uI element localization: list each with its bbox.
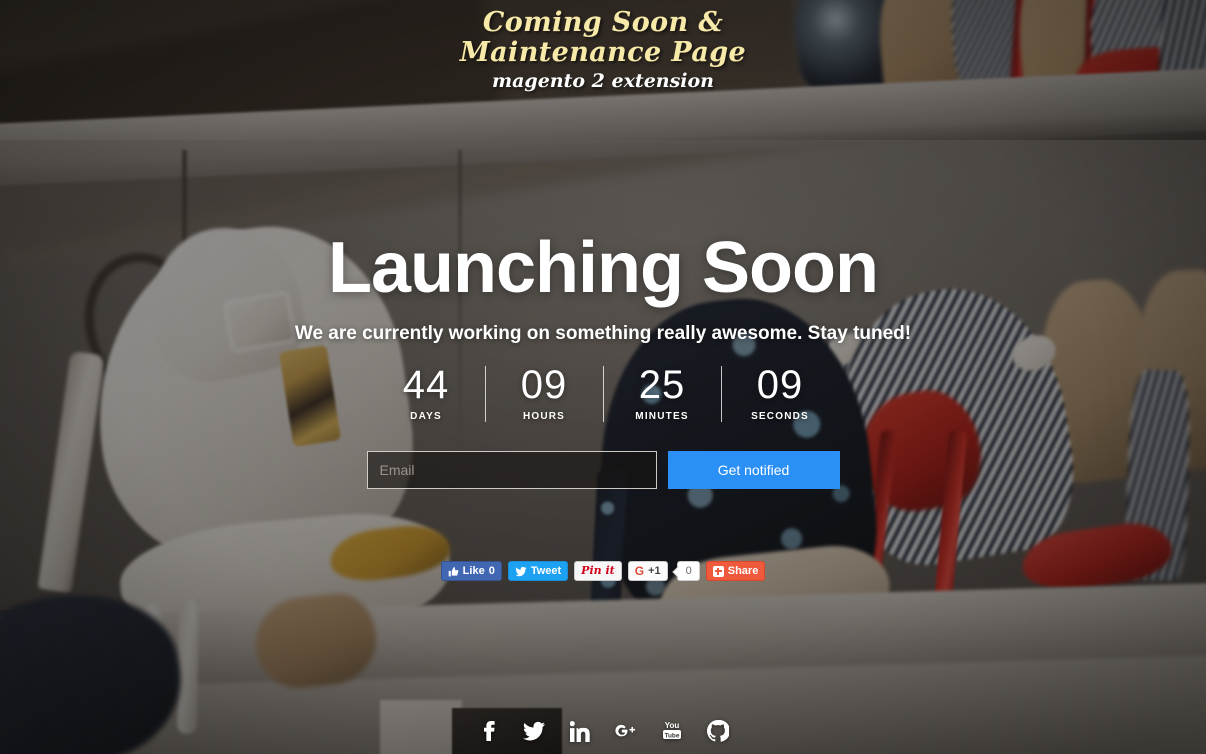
google-plus-icon: G: [634, 564, 645, 578]
google-plus-icon: [614, 724, 635, 736]
twitter-tweet-button[interactable]: Tweet: [507, 561, 569, 581]
countdown-timer: 44 DAYS 09 HOURS 25 MINUTES 09 SECONDS: [0, 362, 1206, 422]
twitter-icon: [523, 721, 545, 741]
facebook-like-count: 0: [488, 565, 495, 577]
footer-youtube-link[interactable]: You Tube: [658, 714, 686, 748]
pinterest-pin-label: Pin it: [581, 564, 615, 577]
footer-twitter-link[interactable]: [520, 714, 548, 748]
google-plus-one-button[interactable]: G +1: [627, 561, 668, 581]
get-notified-button[interactable]: Get notified: [667, 451, 840, 489]
page-subtitle: We are currently working on something re…: [294, 323, 912, 344]
countdown-hours-label: HOURS: [522, 411, 566, 422]
plus-square-icon: [712, 565, 724, 577]
coming-soon-page: Coming Soon & Maintenance Page magento 2…: [0, 0, 1206, 754]
countdown-hours-value: 09: [520, 363, 568, 407]
svg-text:Tube: Tube: [665, 732, 680, 739]
linkedin-icon: [569, 720, 590, 742]
footer-github-link[interactable]: [704, 714, 732, 748]
countdown-seconds-label: SECONDS: [751, 411, 809, 422]
youtube-icon: You Tube: [663, 721, 681, 739]
svg-text:You: You: [665, 721, 680, 730]
page-title: Launching Soon: [328, 228, 879, 308]
brand-title-line-1: Coming Soon &: [482, 7, 724, 38]
countdown-unit-days: 44 DAYS: [367, 362, 485, 422]
countdown-unit-seconds: 09 SECONDS: [721, 362, 839, 422]
footer-facebook-link[interactable]: [474, 714, 502, 748]
pinterest-pin-button[interactable]: Pin it: [574, 561, 622, 581]
twitter-tweet-label: Tweet: [530, 565, 562, 577]
countdown-unit-hours: 09 HOURS: [485, 362, 603, 422]
countdown-days-label: DAYS: [410, 411, 442, 422]
countdown-minutes-label: MINUTES: [635, 411, 689, 422]
facebook-like-button[interactable]: Like 0: [440, 561, 502, 581]
github-icon: [707, 720, 729, 742]
google-plus-one-label: +1: [648, 565, 661, 577]
thumbs-up-icon: [448, 566, 459, 576]
social-share-bar: Like 0 Tweet Pin it G +1 0 Share: [0, 561, 1206, 581]
subscribe-form: Get notified: [0, 451, 1206, 489]
countdown-seconds-value: 09: [756, 363, 804, 407]
google-plus-count-bubble: 0: [676, 561, 700, 581]
brand-subtitle: magento 2 extension: [492, 70, 714, 92]
brand-title-line-2: Maintenance Page: [459, 37, 747, 68]
countdown-minutes-value: 25: [638, 363, 686, 407]
share-button-label: Share: [727, 565, 759, 577]
hero-section: Launching Soon We are currently working …: [0, 226, 1206, 346]
share-button[interactable]: Share: [705, 561, 766, 581]
countdown-unit-minutes: 25 MINUTES: [603, 362, 721, 422]
footer-googleplus-link[interactable]: [612, 714, 640, 748]
facebook-icon: [484, 721, 495, 741]
countdown-days-value: 44: [402, 363, 450, 407]
page-content: Coming Soon & Maintenance Page magento 2…: [0, 0, 1206, 754]
facebook-like-label: Like: [462, 565, 485, 577]
brand-header: Coming Soon & Maintenance Page magento 2…: [0, 8, 1206, 94]
footer-linkedin-link[interactable]: [566, 714, 594, 748]
email-input[interactable]: [366, 451, 657, 489]
footer-social-links: You Tube: [0, 714, 1206, 748]
twitter-bird-icon: [515, 566, 527, 576]
